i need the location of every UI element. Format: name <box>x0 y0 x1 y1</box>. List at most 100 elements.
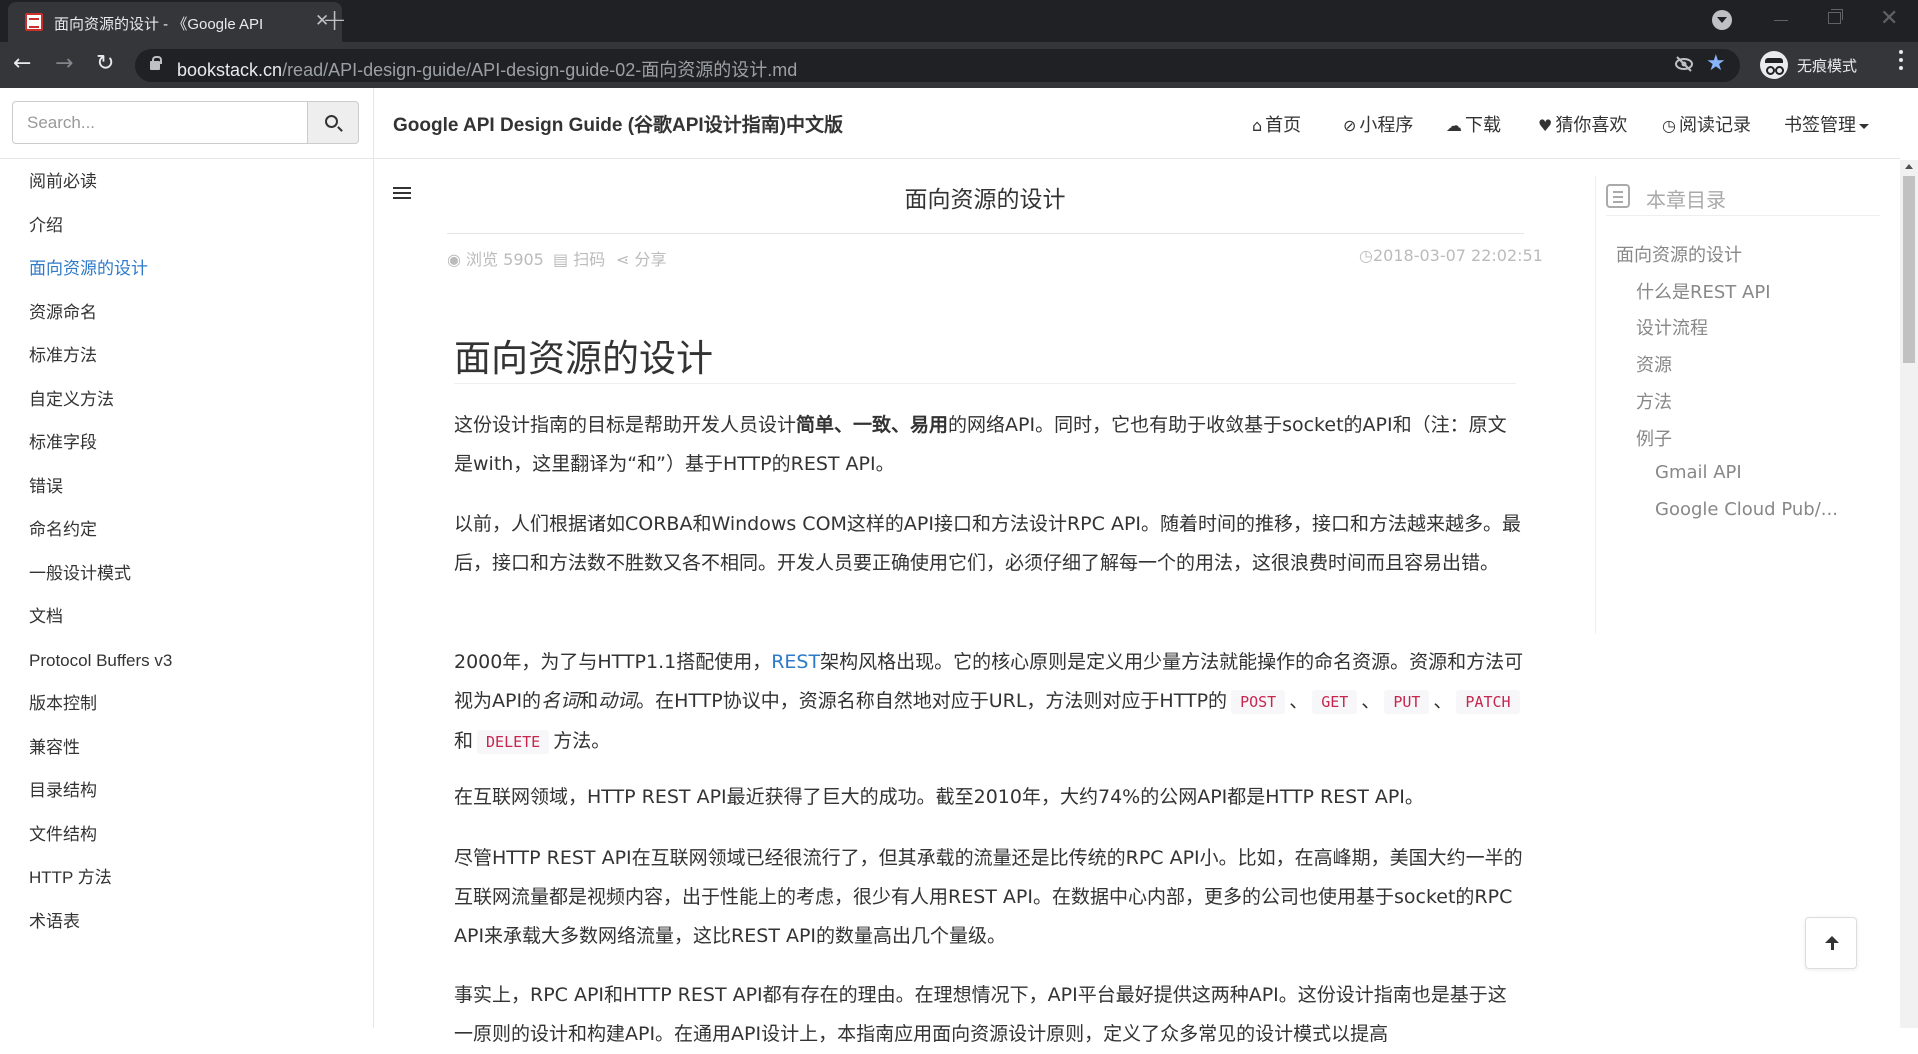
incognito-profile[interactable]: 无痕模式 <box>1757 50 1917 80</box>
toc-item[interactable]: 设计流程 <box>1636 314 1708 340</box>
nav-bookmarks[interactable]: 书签管理 <box>1784 111 1869 137</box>
nav-history[interactable]: ◷ 阅读记录 <box>1662 111 1751 137</box>
scan-qr-button[interactable]: ▤ 扫码 <box>553 246 605 270</box>
mini-program-icon: ⊘ <box>1343 116 1357 135</box>
new-tab-button[interactable]: + <box>322 3 347 38</box>
page: Google API Design Guide (谷歌API设计指南)中文版 ⌂… <box>0 88 1918 1045</box>
tab-title: 面向资源的设计 - 《Google API <box>54 16 264 33</box>
sidebar-item[interactable]: 介绍 <box>29 216 359 260</box>
toc-divider <box>1595 176 1596 634</box>
tab-search-icon[interactable] <box>1712 10 1732 30</box>
publish-date: ◷2018-03-07 22:02:51 <box>1359 246 1543 265</box>
bookmark-star-icon[interactable]: ★ <box>1706 52 1726 76</box>
list-icon <box>1606 184 1630 208</box>
paragraph-1: 这份设计指南的目标是帮助开发人员设计简单、一致、易用的网络API。同时，它也有助… <box>454 406 1524 484</box>
paragraph-6: 事实上，RPC API和HTTP REST API都有存在的理由。在理想情况下，… <box>454 984 1507 1045</box>
share-label: 分享 <box>634 250 667 269</box>
nav-mini-program[interactable]: ⊘ 小程序 <box>1343 111 1413 137</box>
close-window-icon[interactable]: ✕ <box>1880 6 1898 31</box>
search-button[interactable] <box>307 101 359 144</box>
sep-1: 、 <box>1289 690 1309 712</box>
heading-divider <box>454 383 1516 384</box>
scan-label: 扫码 <box>573 250 606 269</box>
reload-icon[interactable]: ↻ <box>96 52 114 76</box>
share-icon: ⋖ <box>616 250 635 269</box>
p1-bold: 简单、一致、易用 <box>796 414 949 436</box>
sidebar-item[interactable]: 文档 <box>29 607 359 651</box>
back-to-top-button[interactable] <box>1805 917 1857 969</box>
lock-icon[interactable] <box>150 56 162 70</box>
publish-date-label: 2018-03-07 22:02:51 <box>1372 246 1543 265</box>
url-text[interactable]: bookstack.cn/read/API-design-guide/API-d… <box>177 56 797 82</box>
nav-download[interactable]: ☁ 下载 <box>1446 111 1501 137</box>
sidebar-divider <box>373 88 374 1028</box>
clock-icon: ◷ <box>1662 116 1676 135</box>
code-put: PUT <box>1384 690 1430 714</box>
url-host: bookstack.cn <box>177 60 283 80</box>
toc-item[interactable]: 资源 <box>1636 351 1672 377</box>
book-title[interactable]: Google API Design Guide (谷歌API设计指南)中文版 <box>393 110 843 137</box>
sidebar-item[interactable]: 文件结构 <box>29 825 359 869</box>
toc-item[interactable]: Google Cloud Pub/... <box>1655 499 1838 520</box>
toc-heading: 本章目录 <box>1646 188 1726 212</box>
restore-icon[interactable] <box>1828 9 1843 24</box>
rest-link[interactable]: REST <box>771 651 820 673</box>
toc-item[interactable]: 面向资源的设计 <box>1616 241 1742 267</box>
minimize-icon[interactable] <box>1774 20 1788 21</box>
sidebar-item[interactable]: 版本控制 <box>29 694 359 738</box>
sidebar-item[interactable]: 兼容性 <box>29 738 359 782</box>
view-count-label: 浏览 5905 <box>466 250 544 269</box>
forward-arrow-icon[interactable]: → <box>55 52 73 76</box>
view-count: ◉ 浏览 5905 <box>447 246 544 270</box>
sidebar-item[interactable]: HTTP 方法 <box>29 868 359 912</box>
address-bar[interactable]: bookstack.cn/read/API-design-guide/API-d… <box>135 49 1740 82</box>
nav-download-label: 下载 <box>1465 115 1501 136</box>
sidebar-item[interactable]: 命名约定 <box>29 520 359 564</box>
sidebar-item[interactable]: 标准方法 <box>29 346 359 390</box>
incognito-label: 无痕模式 <box>1797 57 1858 75</box>
nav-guess-like[interactable]: ♥ 猜你喜欢 <box>1538 111 1627 137</box>
sidebar-item[interactable]: 阅前必读 <box>29 172 359 216</box>
sidebar-item[interactable]: 一般设计模式 <box>29 564 359 608</box>
nav-bookmarks-label: 书签管理 <box>1784 115 1856 136</box>
browser-tab[interactable]: 面向资源的设计 - 《Google API ✕ <box>8 2 342 42</box>
eye-off-icon[interactable] <box>1674 56 1694 72</box>
search-icon <box>325 115 338 128</box>
back-arrow-icon[interactable]: ← <box>13 52 31 76</box>
share-button[interactable]: ⋖ 分享 <box>616 246 667 270</box>
toc-item[interactable]: 例子 <box>1636 425 1672 451</box>
code-patch: PATCH <box>1456 690 1520 714</box>
site-header: Google API Design Guide (谷歌API设计指南)中文版 ⌂… <box>0 88 1900 159</box>
book-favicon-icon <box>25 13 43 31</box>
toc-item[interactable]: 方法 <box>1636 388 1672 414</box>
toc-heading-divider <box>1606 215 1880 216</box>
sidebar-item[interactable]: 资源命名 <box>29 303 359 347</box>
toc-item[interactable]: Gmail API <box>1655 462 1742 483</box>
scroll-up-icon[interactable] <box>1905 164 1913 169</box>
toc-item[interactable]: 什么是REST API <box>1636 278 1771 304</box>
more-menu-icon[interactable] <box>1899 50 1903 70</box>
paragraph-4: 在互联网领域，HTTP REST API最近获得了巨大的成功。截至2010年，大… <box>454 786 1424 808</box>
sidebar-item[interactable]: 自定义方法 <box>29 390 359 434</box>
search-input[interactable] <box>13 102 321 143</box>
code-delete: DELETE <box>477 730 550 754</box>
toc-toggle-icon[interactable] <box>393 187 411 201</box>
sidebar-item[interactable]: Protocol Buffers v3 <box>29 651 359 695</box>
code-post: POST <box>1231 690 1286 714</box>
p3-noun: 名词 <box>541 690 580 712</box>
meta-divider <box>447 233 1524 234</box>
browser-toolbar: ← → ↻ bookstack.cn/read/API-design-guide… <box>0 42 1918 88</box>
scrollbar-thumb[interactable] <box>1903 176 1915 363</box>
sidebar-item[interactable]: 面向资源的设计 <box>29 259 359 303</box>
qr-icon: ▤ <box>553 250 574 269</box>
sidebar-item[interactable]: 错误 <box>29 477 359 521</box>
paragraph-5: 尽管HTTP REST API在互联网领域已经很流行了，但其承载的流量还是比传统… <box>454 847 1523 947</box>
nav-history-label: 阅读记录 <box>1678 115 1751 136</box>
chapter-sidebar: 阅前必读 介绍 面向资源的设计 资源命名 标准方法 自定义方法 标准字段 错误 命名约定 一般设计… <box>29 172 359 955</box>
sidebar-item[interactable]: 标准字段 <box>29 433 359 477</box>
scrollbar[interactable] <box>1900 160 1918 1028</box>
sidebar-item[interactable]: 目录结构 <box>29 781 359 825</box>
sidebar-item[interactable]: 术语表 <box>29 912 359 956</box>
nav-home[interactable]: ⌂ 首页 <box>1252 111 1301 137</box>
eye-icon: ◉ <box>447 250 467 269</box>
